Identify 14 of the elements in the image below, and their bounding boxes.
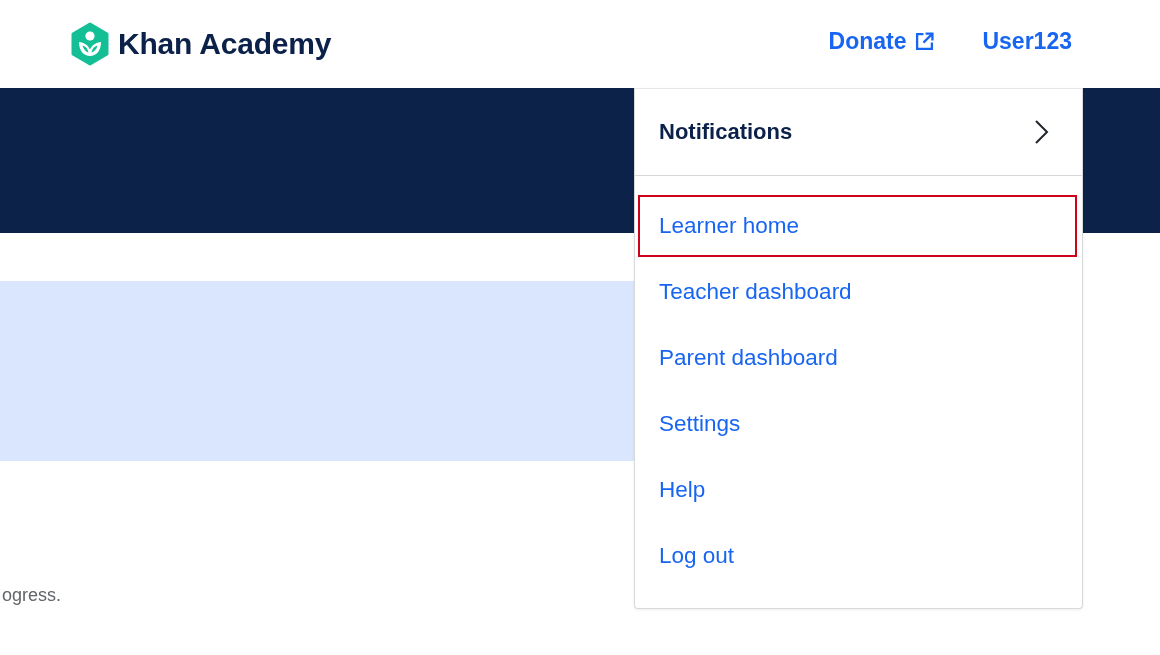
menu-item[interactable]: Learner home [638,195,1077,257]
menu-item[interactable]: Help [638,459,1077,521]
menu-item[interactable]: Teacher dashboard [638,261,1077,323]
menu-item[interactable]: Settings [638,393,1077,455]
menu-item[interactable]: Parent dashboard [638,327,1077,389]
menu-item[interactable]: Log out [638,525,1077,587]
external-link-icon [915,31,935,51]
user-menu-button[interactable]: User123 [982,27,1072,55]
donate-link[interactable]: Donate [828,27,935,55]
hexagon-logo-icon [70,22,110,66]
home-logo-link[interactable]: Khan Academy [70,22,332,66]
chevron-right-icon [1034,119,1049,145]
notifications-menu-item[interactable]: Notifications [635,89,1082,176]
body-text: ogress. [2,584,62,607]
